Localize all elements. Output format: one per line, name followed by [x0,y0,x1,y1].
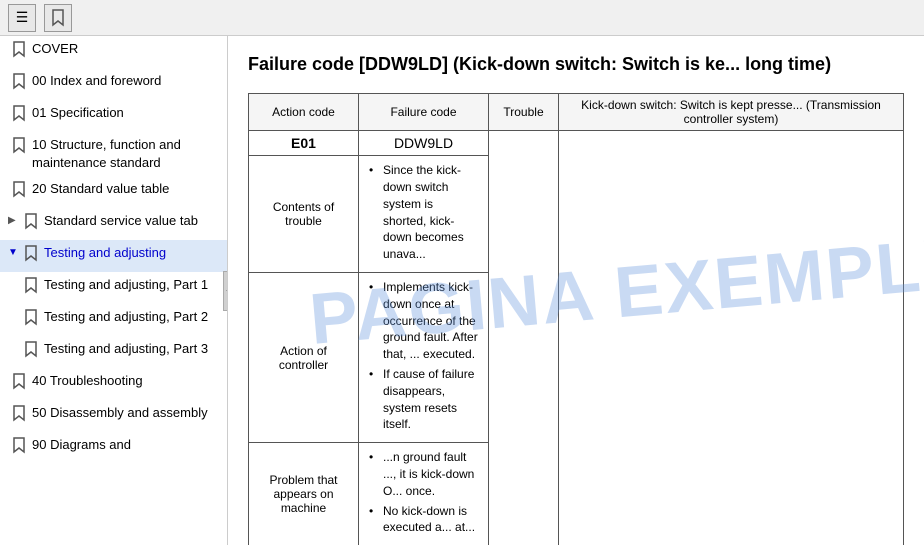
sidebar-item-testing-3[interactable]: Testing and adjusting, Part 3 [0,336,227,368]
bookmark-icon [12,437,26,455]
bookmark-button[interactable] [44,4,72,32]
col-header-failure: Failure code [359,94,489,131]
sidebar-item-01-spec[interactable]: 01 Specification [0,100,227,132]
bookmark-icon [12,137,26,155]
bookmark-icon [24,213,38,231]
sidebar-item-label: Testing and adjusting, Part 2 [44,308,208,326]
sidebar-item-label: Testing and adjusting [44,244,166,262]
expand-arrow-icon: ▶ [8,214,20,227]
expand-arrow-icon: ▼ [8,246,20,259]
page-title: Failure code [DDW9LD] (Kick-down switch:… [248,52,904,77]
sidebar-item-label: Testing and adjusting, Part 1 [44,276,208,294]
sidebar-item-testing-2[interactable]: Testing and adjusting, Part 2 [0,304,227,336]
sidebar-item-label: 10 Structure, function and maintenance s… [32,136,219,172]
sidebar-item-label: 00 Index and foreword [32,72,161,90]
sidebar-item-10-structure[interactable]: 10 Structure, function and maintenance s… [0,132,227,176]
bookmark-icon [24,341,38,359]
sidebar-item-label: 50 Disassembly and assembly [32,404,208,422]
sidebar-item-00-index[interactable]: 00 Index and foreword [0,68,227,100]
sidebar-item-cover[interactable]: COVER [0,36,227,68]
sidebar-item-40-trouble[interactable]: 40 Troubleshooting [0,368,227,400]
bookmark-icon [12,373,26,391]
sidebar-item-label: Standard service value tab [44,212,198,230]
sidebar-item-label: 90 Diagrams and [32,436,131,454]
failure-code-value: DDW9LD [359,131,489,156]
row-content-action: Implements kick-down once at occurrence … [359,272,489,442]
sidebar: COVER 00 Index and foreword 01 Specifica… [0,36,228,545]
col-header-trouble-label: Trouble [489,94,559,131]
sidebar-item-90-diagrams[interactable]: 90 Diagrams and [0,432,227,464]
bookmark-icon [12,181,26,199]
col-header-action: Action code [249,94,359,131]
sidebar-item-20-standard[interactable]: 20 Standard value table [0,176,227,208]
sidebar-item-standard-service[interactable]: ▶ Standard service value tab [0,208,227,240]
sidebar-item-label: Testing and adjusting, Part 3 [44,340,208,358]
row-label-contents: Contents of trouble [249,156,359,273]
content-area: PAGINA EXEMPLU Failure code [DDW9LD] (Ki… [228,36,924,545]
menu-button[interactable]: ☰ [8,4,36,32]
sidebar-item-50-disassembly[interactable]: 50 Disassembly and assembly [0,400,227,432]
sidebar-item-label: 20 Standard value table [32,180,169,198]
app-container: ☰ COVER 00 Index and foreword [0,0,924,545]
row-content-contents: Since the kick-down switch system is sho… [359,156,489,273]
bookmark-icon [12,405,26,423]
bookmark-icon [24,245,38,263]
row-content-problem: ...n ground fault ..., it is kick-down O… [359,443,489,545]
sidebar-item-label: 01 Specification [32,104,124,122]
sidebar-item-testing-adj[interactable]: ▼ Testing and adjusting [0,240,227,272]
bookmark-icon [12,105,26,123]
toolbar: ☰ [0,0,924,36]
bookmark-icon [12,73,26,91]
main-layout: COVER 00 Index and foreword 01 Specifica… [0,36,924,545]
row-label-problem: Problem that appears on machine [249,443,359,545]
bookmark-icon [24,309,38,327]
sidebar-item-label: 40 Troubleshooting [32,372,143,390]
bookmark-icon [12,41,26,59]
sidebar-item-label: COVER [32,40,78,58]
col-header-trouble-desc: Kick-down switch: Switch is kept presse.… [559,94,904,131]
failure-table: Action code Failure code Trouble Kick-do… [248,93,904,545]
bookmark-icon [24,277,38,295]
row-label-action: Action of controller [249,272,359,442]
sidebar-item-testing-1[interactable]: Testing and adjusting, Part 1 [0,272,227,304]
action-code-value: E01 [249,131,359,156]
